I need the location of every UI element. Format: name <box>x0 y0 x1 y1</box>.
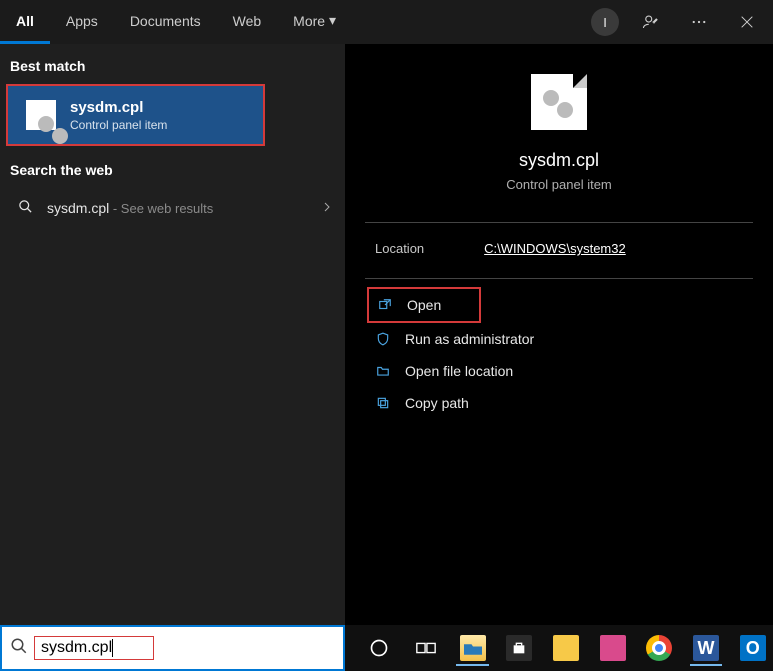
search-bar[interactable]: sysdm.cpl <box>0 625 345 671</box>
taskbar-store[interactable] <box>499 630 540 666</box>
header-actions: I <box>591 6 763 38</box>
action-copy-path-label: Copy path <box>405 395 469 411</box>
search-web-header: Search the web <box>0 148 345 186</box>
web-result[interactable]: sysdm.cpl - See web results <box>0 186 345 230</box>
actions-list: Open Run as administrator Open file loca… <box>345 279 773 427</box>
header-bar: All Apps Documents Web More ▾ I <box>0 0 773 44</box>
preview-file-icon <box>531 74 587 130</box>
action-open-location-label: Open file location <box>405 363 513 379</box>
tab-web[interactable]: Web <box>217 0 278 44</box>
cpl-file-icon <box>26 100 56 130</box>
tab-more[interactable]: More ▾ <box>277 0 352 44</box>
user-avatar[interactable]: I <box>591 8 619 36</box>
open-icon <box>377 297 393 313</box>
preview-pane: sysdm.cpl Control panel item Location C:… <box>345 44 773 625</box>
tab-apps[interactable]: Apps <box>50 0 114 44</box>
chevron-down-icon: ▾ <box>329 12 336 29</box>
taskbar-app-pink[interactable] <box>592 630 633 666</box>
action-run-admin[interactable]: Run as administrator <box>367 323 751 355</box>
best-match-header: Best match <box>0 44 345 82</box>
shield-icon <box>375 331 391 347</box>
preview-subtitle: Control panel item <box>506 177 612 192</box>
search-icon <box>10 637 34 660</box>
taskbar-explorer[interactable] <box>452 630 493 666</box>
action-open-label: Open <box>407 297 441 313</box>
location-row: Location C:\WINDOWS\system32 <box>345 223 773 274</box>
results-pane: Best match sysdm.cpl Control panel item … <box>0 44 345 625</box>
copy-icon <box>375 395 391 411</box>
best-match-subtitle: Control panel item <box>70 118 167 132</box>
taskbar-chrome[interactable] <box>639 630 680 666</box>
taskbar: W O <box>345 625 773 671</box>
action-run-admin-label: Run as administrator <box>405 331 534 347</box>
action-copy-path[interactable]: Copy path <box>367 387 751 419</box>
action-open-location[interactable]: Open file location <box>367 355 751 387</box>
web-result-query: sysdm.cpl <box>47 200 109 216</box>
text-caret <box>112 639 113 657</box>
tab-more-label: More <box>293 13 325 29</box>
taskbar-cortana[interactable] <box>359 630 400 666</box>
tab-documents[interactable]: Documents <box>114 0 217 44</box>
taskbar-word[interactable]: W <box>686 630 727 666</box>
location-label: Location <box>375 241 424 256</box>
best-match-title: sysdm.cpl <box>70 99 167 116</box>
filter-tabs: All Apps Documents Web More ▾ <box>0 0 352 44</box>
web-result-suffix: - See web results <box>109 201 213 216</box>
search-query-text: sysdm.cpl <box>41 639 112 656</box>
location-link[interactable]: C:\WINDOWS\system32 <box>484 241 626 256</box>
taskbar-app-yellow[interactable] <box>546 630 587 666</box>
more-options-icon[interactable] <box>683 6 715 38</box>
chevron-right-icon <box>321 200 333 216</box>
search-icon <box>18 199 33 217</box>
close-icon[interactable] <box>731 6 763 38</box>
folder-icon <box>375 363 391 379</box>
action-open[interactable]: Open <box>367 287 481 323</box>
taskbar-taskview[interactable] <box>406 630 447 666</box>
feedback-icon[interactable] <box>635 6 667 38</box>
best-match-result[interactable]: sysdm.cpl Control panel item <box>6 84 265 146</box>
body: Best match sysdm.cpl Control panel item … <box>0 44 773 625</box>
search-input[interactable]: sysdm.cpl <box>34 636 154 660</box>
tab-all[interactable]: All <box>0 0 50 44</box>
preview-title: sysdm.cpl <box>519 150 599 171</box>
taskbar-outlook[interactable]: O <box>732 630 773 666</box>
